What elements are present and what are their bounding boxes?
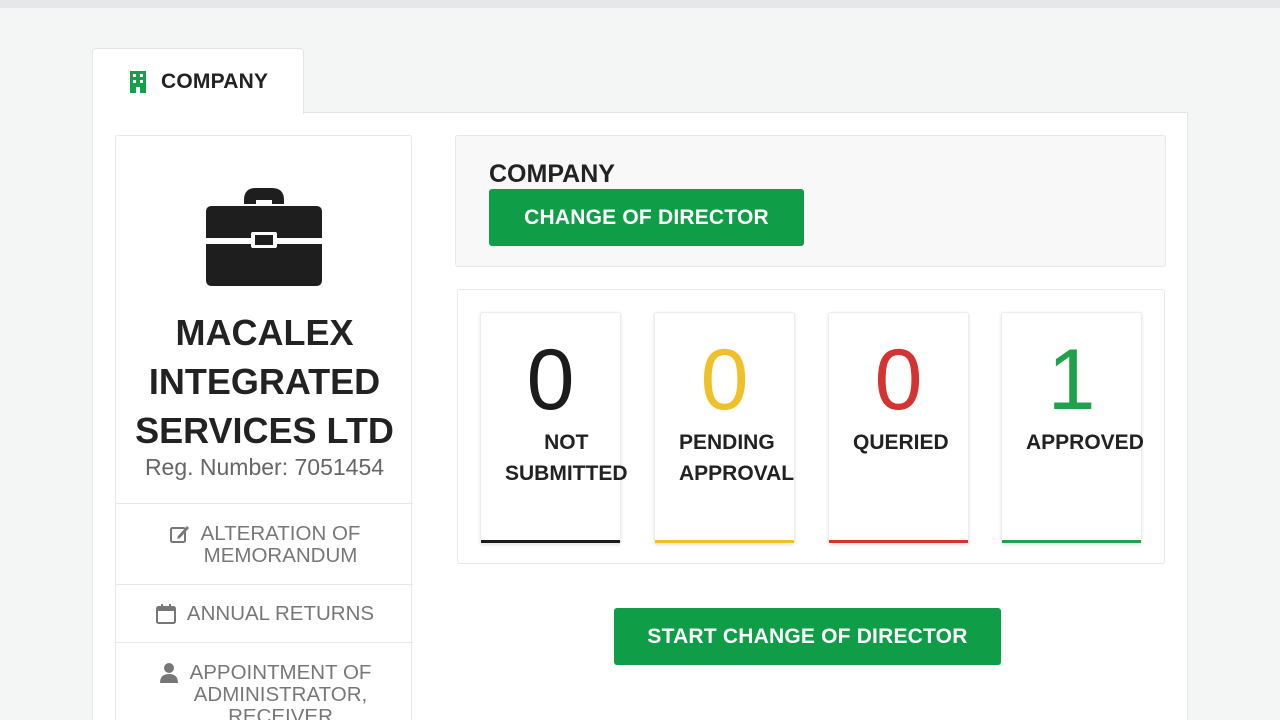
briefcase-icon	[206, 188, 322, 286]
stat-count: 1	[1047, 332, 1096, 428]
stat-color-bar	[829, 540, 968, 543]
menu-item-annual-returns[interactable]: ANNUAL RETURNS	[116, 584, 413, 642]
menu-item-label-line: MEMORANDUM	[203, 544, 358, 567]
stat-label-line: PENDING	[679, 431, 775, 454]
stat-label-line: QUERIED	[853, 431, 949, 454]
user-icon	[159, 663, 178, 683]
stat-color-bar	[1002, 540, 1141, 543]
stat-label-line: NOT	[544, 431, 589, 454]
stat-label-line: APPROVAL	[679, 462, 795, 485]
stat-label: PENDING APPROVAL	[679, 427, 794, 489]
calendar-icon	[155, 604, 176, 624]
menu-item-label-line: APPOINTMENT OF	[189, 661, 372, 684]
stat-color-bar	[655, 540, 794, 543]
menu-item-label-line: RECEIVER	[228, 705, 333, 720]
company-name: MACALEX INTEGRATED SERVICES LTD	[116, 308, 413, 455]
menu-item-appointment-of-administrator[interactable]: APPOINTMENT OF ADMINISTRATOR, RECEIVER	[116, 642, 413, 720]
company-name-line: INTEGRATED	[148, 361, 381, 402]
stat-approved[interactable]: 1 APPROVED	[1001, 312, 1144, 544]
company-name-line: SERVICES LTD	[135, 410, 394, 451]
header-title: COMPANY	[489, 160, 615, 188]
edit-icon	[169, 526, 189, 543]
stat-label-line: SUBMITTED	[505, 462, 628, 485]
change-of-director-button[interactable]: CHANGE OF DIRECTOR	[489, 189, 804, 246]
stat-label: APPROVED	[1026, 427, 1144, 458]
service-menu: ALTERATION OF MEMORANDUM ANNUAL RETURNS …	[116, 503, 413, 720]
stat-pending-approval[interactable]: 0 PENDING APPROVAL	[654, 312, 795, 544]
menu-item-label: ANNUAL RETURNS	[187, 603, 374, 625]
menu-item-label: APPOINTMENT OF ADMINISTRATOR, RECEIVER	[190, 662, 372, 720]
menu-item-label: ALTERATION OF MEMORANDUM	[201, 523, 361, 567]
menu-item-label-line: ADMINISTRATOR,	[193, 683, 368, 706]
stat-count: 0	[526, 332, 575, 428]
stat-queried[interactable]: 0 QUERIED	[828, 312, 969, 544]
stat-label-line: APPROVED	[1026, 431, 1144, 454]
stat-count: 0	[874, 332, 923, 428]
service-header: COMPANY CHANGE OF DIRECTOR	[455, 135, 1166, 267]
top-bar	[0, 0, 1280, 8]
menu-item-label-line: ANNUAL RETURNS	[186, 602, 375, 625]
stat-color-bar	[481, 540, 620, 543]
stat-not-submitted[interactable]: 0 NOT SUBMITTED	[480, 312, 628, 544]
tab-company-label: COMPANY	[161, 69, 269, 93]
building-icon	[130, 70, 146, 93]
status-summary: 0 NOT SUBMITTED 0 PENDING APPROVAL 0 QUE…	[457, 289, 1165, 564]
stat-count: 0	[700, 332, 749, 428]
tab-company[interactable]: COMPANY	[92, 48, 304, 114]
start-change-of-director-button[interactable]: START CHANGE OF DIRECTOR	[614, 608, 1001, 665]
company-card: MACALEX INTEGRATED SERVICES LTD Reg. Num…	[115, 135, 413, 720]
stat-label: NOT SUBMITTED	[505, 427, 628, 489]
reg-number: Reg. Number: 7051454	[144, 454, 385, 480]
stat-label: QUERIED	[853, 427, 949, 458]
company-name-line: MACALEX	[175, 312, 354, 353]
menu-item-label-line: ALTERATION OF	[200, 522, 361, 545]
menu-item-alteration-of-memorandum[interactable]: ALTERATION OF MEMORANDUM	[116, 503, 413, 584]
